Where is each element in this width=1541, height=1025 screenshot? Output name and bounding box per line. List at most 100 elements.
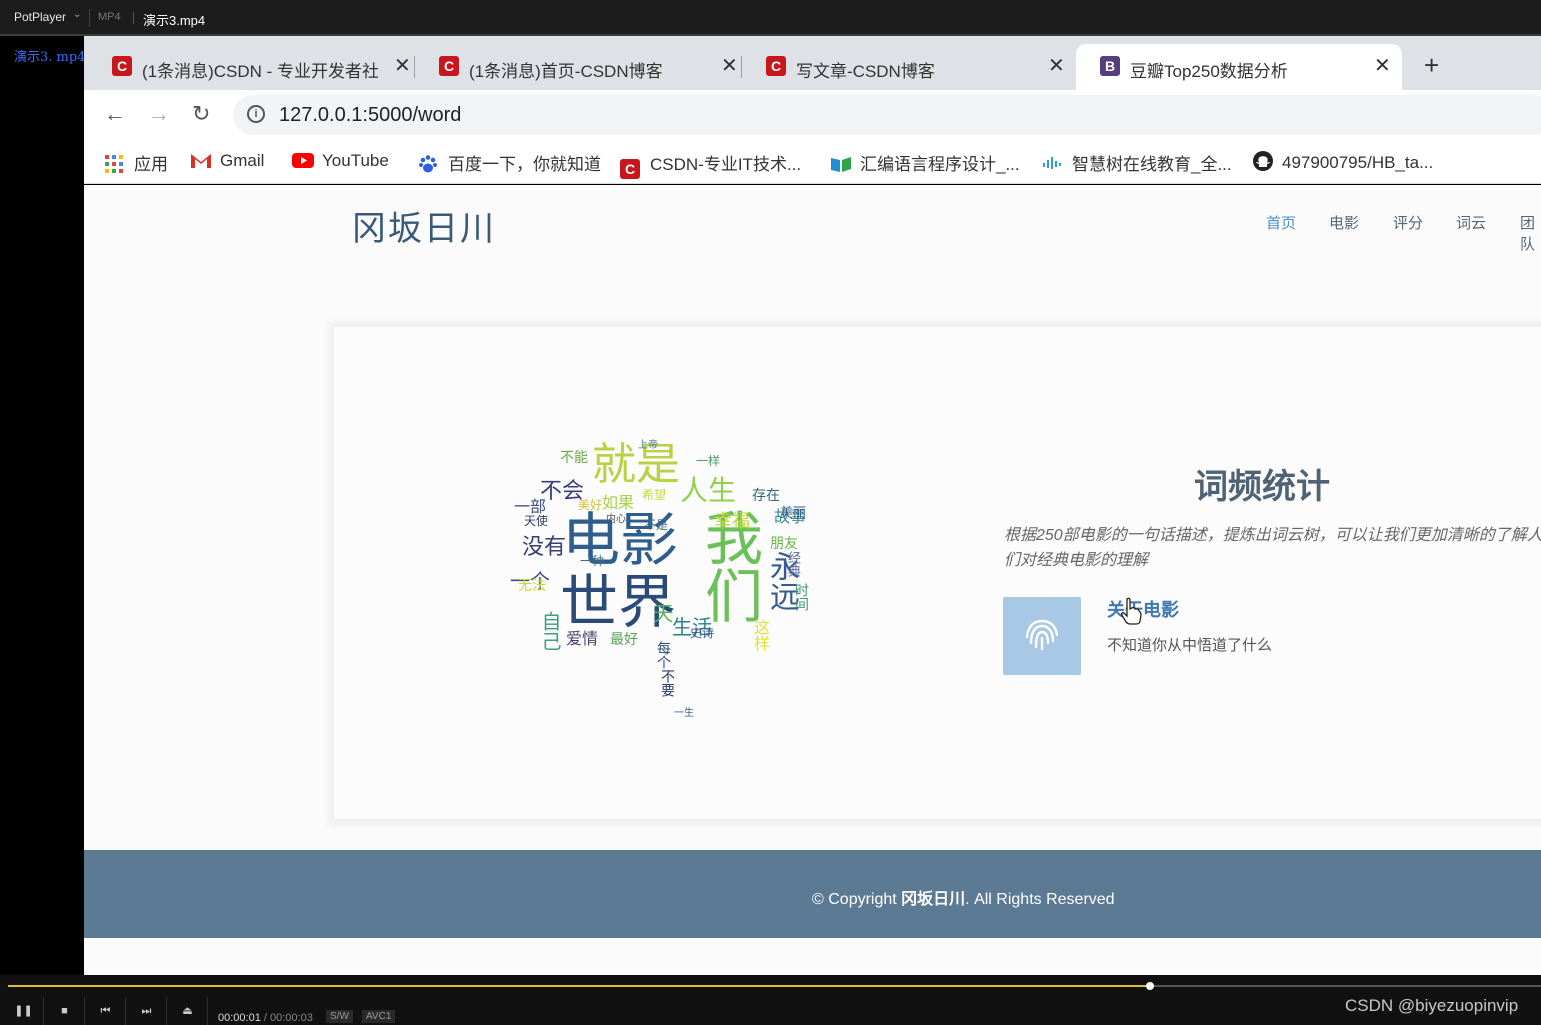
bookmark-assembly[interactable]: 汇编语言程序设计_... <box>830 150 1020 175</box>
wordcloud-word: 每个 <box>655 641 671 669</box>
wordcloud-word: 一种 <box>580 554 605 568</box>
render-mode-badge[interactable]: S/W <box>326 1010 353 1023</box>
wordcloud-word: 幸福 <box>714 511 750 532</box>
bookmark-label: 应用 <box>134 155 168 174</box>
copyright-prefix: © Copyright <box>812 891 902 908</box>
nav-link-home[interactable]: 首页 <box>1266 212 1296 233</box>
tab-title: (1条消息)首页-CSDN博客 <box>469 62 663 81</box>
next-icon[interactable]: ⏭ <box>127 997 167 1025</box>
back-arrow-icon[interactable]: ← <box>104 101 126 127</box>
time-current: 00:00:01 <box>218 1012 261 1024</box>
wordcloud-word: 如果 <box>602 493 635 512</box>
wordcloud-word: 不是 <box>644 518 669 532</box>
hand-cursor-icon <box>1120 597 1142 630</box>
github-icon <box>1252 150 1273 171</box>
wordcloud-word: 时间 <box>793 583 809 611</box>
bookmark-csdn[interactable]: C CSDN-专业IT技术... <box>620 150 801 179</box>
address-bar[interactable]: i 127.0.0.1:5000/word <box>233 95 1541 135</box>
copyright-text: © Copyright 冈坂日川. All Rights Reserved <box>812 885 1115 909</box>
bookmark-github[interactable]: 497900795/HB_ta... <box>1252 150 1433 173</box>
seek-bar[interactable] <box>8 982 1541 990</box>
gmail-icon <box>190 150 211 170</box>
close-icon[interactable]: ✕ <box>1048 53 1065 78</box>
new-tab-button[interactable]: + <box>1424 50 1439 81</box>
wordcloud-word: 史诗 <box>690 626 715 640</box>
wordcloud-word: 天 <box>650 603 674 623</box>
book-icon <box>830 154 851 174</box>
wordcloud-word: 上帝 <box>638 440 658 451</box>
browser-tab-bar: C (1条消息)CSDN - 专业开发者社区 ✕ C (1条消息)首页-CSDN… <box>84 36 1541 90</box>
watermark-text: CSDN @biyezuopinvip <box>1345 996 1519 1015</box>
wordcloud-word: 不要 <box>659 669 675 697</box>
eject-icon[interactable]: ⏏ <box>168 997 208 1025</box>
pause-icon[interactable]: ❚❚ <box>4 997 44 1025</box>
close-icon[interactable]: ✕ <box>721 53 738 78</box>
bookmark-label: 百度一下，你就知道 <box>448 155 601 174</box>
site-info-icon[interactable]: i <box>247 105 265 123</box>
sound-bars-icon <box>1042 154 1062 174</box>
site-footer: © Copyright 冈坂日川. All Rights Reserved <box>84 850 1541 938</box>
bookmark-label: CSDN-专业IT技术... <box>650 155 802 174</box>
section-description: 根据250部电影的一句话描述，提炼出词云树，可以让我们更加清晰的了解人们对经典电… <box>1004 527 1541 569</box>
wordcloud-word: 内心 <box>606 514 626 525</box>
tab-csdn-home[interactable]: C (1条消息)CSDN - 专业开发者社区 ✕ <box>88 44 415 90</box>
wordcloud-word: 无法 <box>518 578 546 594</box>
tab-title: 豆瓣Top250数据分析 <box>1130 62 1288 81</box>
player-brand-menu[interactable]: PotPlayer <box>14 10 66 24</box>
wordcloud-word: 爱情 <box>566 629 599 648</box>
reload-icon[interactable]: ↻ <box>192 101 210 127</box>
copyright-brand: 冈坂日川 <box>901 891 966 908</box>
time-total: 00:00:03 <box>270 1012 313 1024</box>
feature-title-link[interactable]: 关于电影 <box>1107 596 1179 622</box>
site-logo[interactable]: 冈坂日川 <box>352 201 496 250</box>
wordcloud-word: 经典 <box>785 551 800 577</box>
bookmark-label: 497900795/HB_ta... <box>1282 153 1434 172</box>
bookmarks-bar: 应用 Gmail YouTube 百度一下，你就知道 C CSDN-专业IT技术.… <box>84 140 1541 184</box>
apps-grid-icon <box>104 154 124 174</box>
chevron-down-icon[interactable]: ⌄ <box>73 9 81 20</box>
wordcloud-word: 一生 <box>674 708 694 719</box>
codec-badge[interactable]: AVC1 <box>362 1010 396 1023</box>
bookmark-label: YouTube <box>322 151 389 170</box>
baidu-paw-icon <box>418 154 438 174</box>
close-icon[interactable]: ✕ <box>394 53 411 78</box>
time-separator: / <box>263 1012 267 1024</box>
csdn-favicon-icon: C <box>620 159 640 179</box>
wordcloud-word: 朋友 <box>770 536 798 552</box>
tab-csdn-blog[interactable]: C (1条消息)首页-CSDN博客 ✕ <box>415 44 742 90</box>
feature-subtitle: 不知道你从中悟道了什么 <box>1107 637 1273 654</box>
bookmark-gmail[interactable]: Gmail <box>190 150 264 171</box>
wordcloud-word: 美丽 <box>780 506 807 521</box>
wordcloud-word: 希望 <box>642 488 667 502</box>
bookmark-baidu[interactable]: 百度一下，你就知道 <box>418 150 601 175</box>
osd-file-name: 演示3. mp4 <box>14 50 86 65</box>
nav-link-team[interactable]: 团队 <box>1520 212 1541 254</box>
stop-icon[interactable]: ■ <box>45 997 85 1025</box>
player-control-bar: ❚❚ ■ ⏮ ⏭ ⏏ 00:00:01 / 00:00:03 S/W AVC1 … <box>0 975 1541 1025</box>
wordcloud-word: 存在 <box>752 488 780 504</box>
nav-link-movies[interactable]: 电影 <box>1329 212 1359 233</box>
tab-douban-analysis[interactable]: B 豆瓣Top250数据分析 ✕ <box>1076 44 1402 90</box>
playback-time: 00:00:01 / 00:00:03 <box>218 1012 313 1024</box>
forward-arrow-icon[interactable]: → <box>148 101 170 127</box>
copyright-suffix: . All Rights Reserved <box>965 891 1115 908</box>
nav-link-wordcloud[interactable]: 词云 <box>1456 212 1486 233</box>
bookmark-label: 汇编语言程序设计_... <box>860 155 1020 174</box>
web-page: 冈坂日川 首页 电影 评分 词云 团队 电影 世界 我们 就是 人生 永远 没有 不会 生活 一个… <box>84 185 1541 975</box>
browser-toolbar: ← → ↻ i 127.0.0.1:5000/word <box>84 90 1541 140</box>
wordcloud-word: 不能 <box>560 450 588 466</box>
previous-icon[interactable]: ⏮ <box>86 997 126 1025</box>
tab-csdn-write[interactable]: C 写文章-CSDN博客 ✕ <box>742 44 1069 90</box>
bookmark-zhihuishu[interactable]: 智慧树在线教育_全... <box>1042 150 1232 175</box>
tab-title: (1条消息)CSDN - 专业开发者社区 <box>142 62 378 81</box>
seek-handle[interactable] <box>1146 982 1155 990</box>
close-icon[interactable]: ✕ <box>1374 53 1391 78</box>
wordcloud-word: 天使 <box>524 514 549 528</box>
bookmark-apps[interactable]: 应用 <box>104 150 168 175</box>
bookmark-youtube[interactable]: YouTube <box>292 150 389 171</box>
nav-link-ratings[interactable]: 评分 <box>1393 212 1423 233</box>
file-name: 演示3.mp4 <box>143 13 206 28</box>
divider <box>133 12 134 24</box>
url-text[interactable]: 127.0.0.1:5000/word <box>279 104 461 127</box>
wordcloud-word: 美好 <box>578 498 603 512</box>
